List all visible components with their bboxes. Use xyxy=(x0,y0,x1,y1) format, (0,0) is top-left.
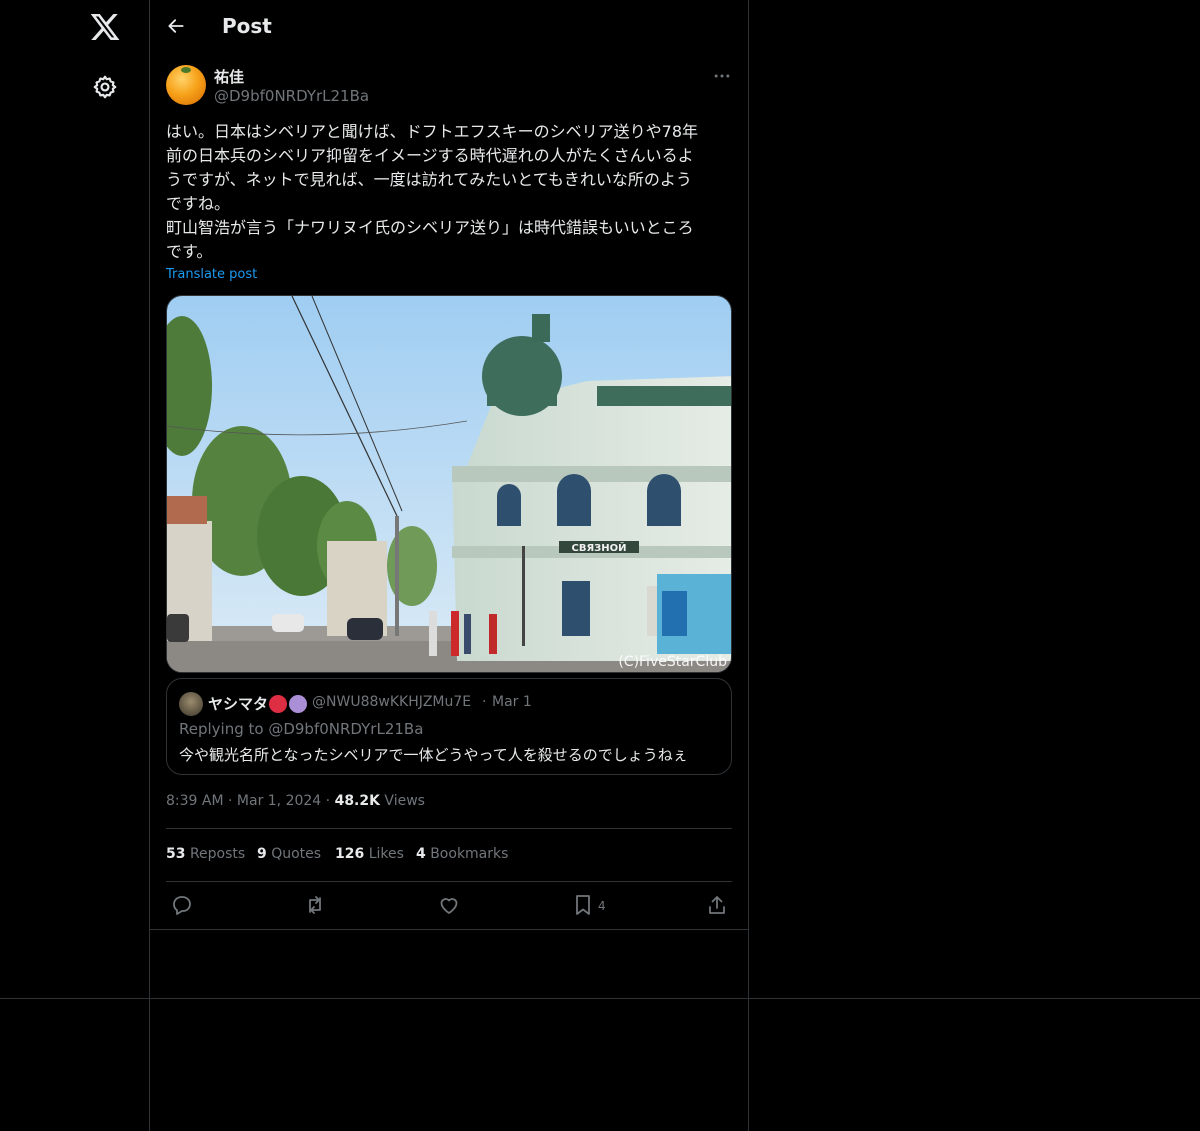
purple-circle-emoji xyxy=(289,695,307,713)
like-icon[interactable] xyxy=(437,893,461,917)
quote-text: 今や観光名所となったシベリアで一体どうやって人を殺せるのでしょうねぇ xyxy=(179,746,688,764)
column-divider-left xyxy=(149,0,150,1131)
divider xyxy=(166,828,732,829)
bookmarks-count: 4 xyxy=(416,846,426,862)
post-time[interactable]: 8:39 AM xyxy=(166,793,224,809)
reply-icon[interactable] xyxy=(170,893,194,917)
author-handle[interactable]: @D9bf0NRDYrL21Ba xyxy=(214,87,369,105)
meta-separator: · xyxy=(228,793,237,809)
bookmark-icon[interactable] xyxy=(571,893,595,917)
street-scene-image: СВЯЗНОЙ (C)FiveStarClub xyxy=(167,296,731,672)
likes-stat[interactable]: 126 Likes xyxy=(335,846,404,862)
quote-date[interactable]: Mar 1 xyxy=(492,694,532,710)
bookmarks-stat[interactable]: 4 Bookmarks xyxy=(416,846,508,862)
quotes-stat[interactable]: 9 Quotes xyxy=(257,846,321,862)
reposts-stat[interactable]: 53 Reposts xyxy=(166,846,245,862)
bookmarks-label: Bookmarks xyxy=(430,846,509,862)
repost-icon[interactable] xyxy=(303,893,327,917)
left-rail xyxy=(0,0,150,1131)
meta-separator: · xyxy=(325,793,335,809)
post-meta: 8:39 AM · Mar 1, 2024 · 48.2K Views xyxy=(166,793,425,809)
likes-label: Likes xyxy=(368,846,404,862)
share-icon[interactable] xyxy=(705,893,729,917)
shop-sign-text: СВЯЗНОЙ xyxy=(571,541,626,554)
quote-author-handle[interactable]: @NWU88wKKHJZMu7E xyxy=(312,694,471,710)
post-date[interactable]: Mar 1, 2024 xyxy=(237,793,321,809)
column-divider-right xyxy=(748,0,749,1131)
red-circle-emoji xyxy=(269,695,287,713)
bottom-divider xyxy=(0,998,1200,999)
back-arrow-icon[interactable] xyxy=(166,16,186,36)
divider xyxy=(166,881,732,882)
likes-count: 126 xyxy=(335,846,365,862)
bookmark-count: 4 xyxy=(598,899,606,913)
quote-replying-to: Replying to @D9bf0NRDYrL21Ba xyxy=(179,720,424,738)
gear-icon[interactable] xyxy=(92,74,118,100)
post-bottom-border xyxy=(150,929,748,930)
quote-separator: · xyxy=(482,694,487,710)
action-bar: 4 xyxy=(166,893,732,919)
quote-author-name[interactable]: ヤシマタ xyxy=(208,693,268,714)
more-icon[interactable] xyxy=(712,66,732,86)
author-avatar[interactable] xyxy=(166,65,206,105)
photo-watermark: (C)FiveStarClub xyxy=(618,654,727,670)
page-title: Post xyxy=(222,14,272,38)
views-count: 48.2K xyxy=(334,793,380,809)
author-name[interactable]: 祐佳 xyxy=(214,66,244,87)
quotes-label: Quotes xyxy=(271,846,322,862)
quote-avatar[interactable] xyxy=(179,692,203,716)
avatar-leaf xyxy=(181,67,191,73)
page-header: Post xyxy=(150,0,748,54)
quoted-post[interactable]: ヤシマタ @NWU88wKKHJZMu7E · Mar 1 Replying t… xyxy=(166,678,732,775)
views-label: Views xyxy=(384,793,425,809)
post-photo[interactable]: СВЯЗНОЙ (C)FiveStarClub xyxy=(166,295,732,673)
quotes-count: 9 xyxy=(257,846,267,862)
post-text: はい。日本はシベリアと聞けば、ドフトエフスキーのシベリア送りや78年 前の日本兵… xyxy=(166,122,699,261)
translate-post-link[interactable]: Translate post xyxy=(166,267,257,282)
x-logo-icon[interactable] xyxy=(89,11,121,43)
reposts-label: Reposts xyxy=(189,846,246,862)
reposts-count: 53 xyxy=(166,846,186,862)
